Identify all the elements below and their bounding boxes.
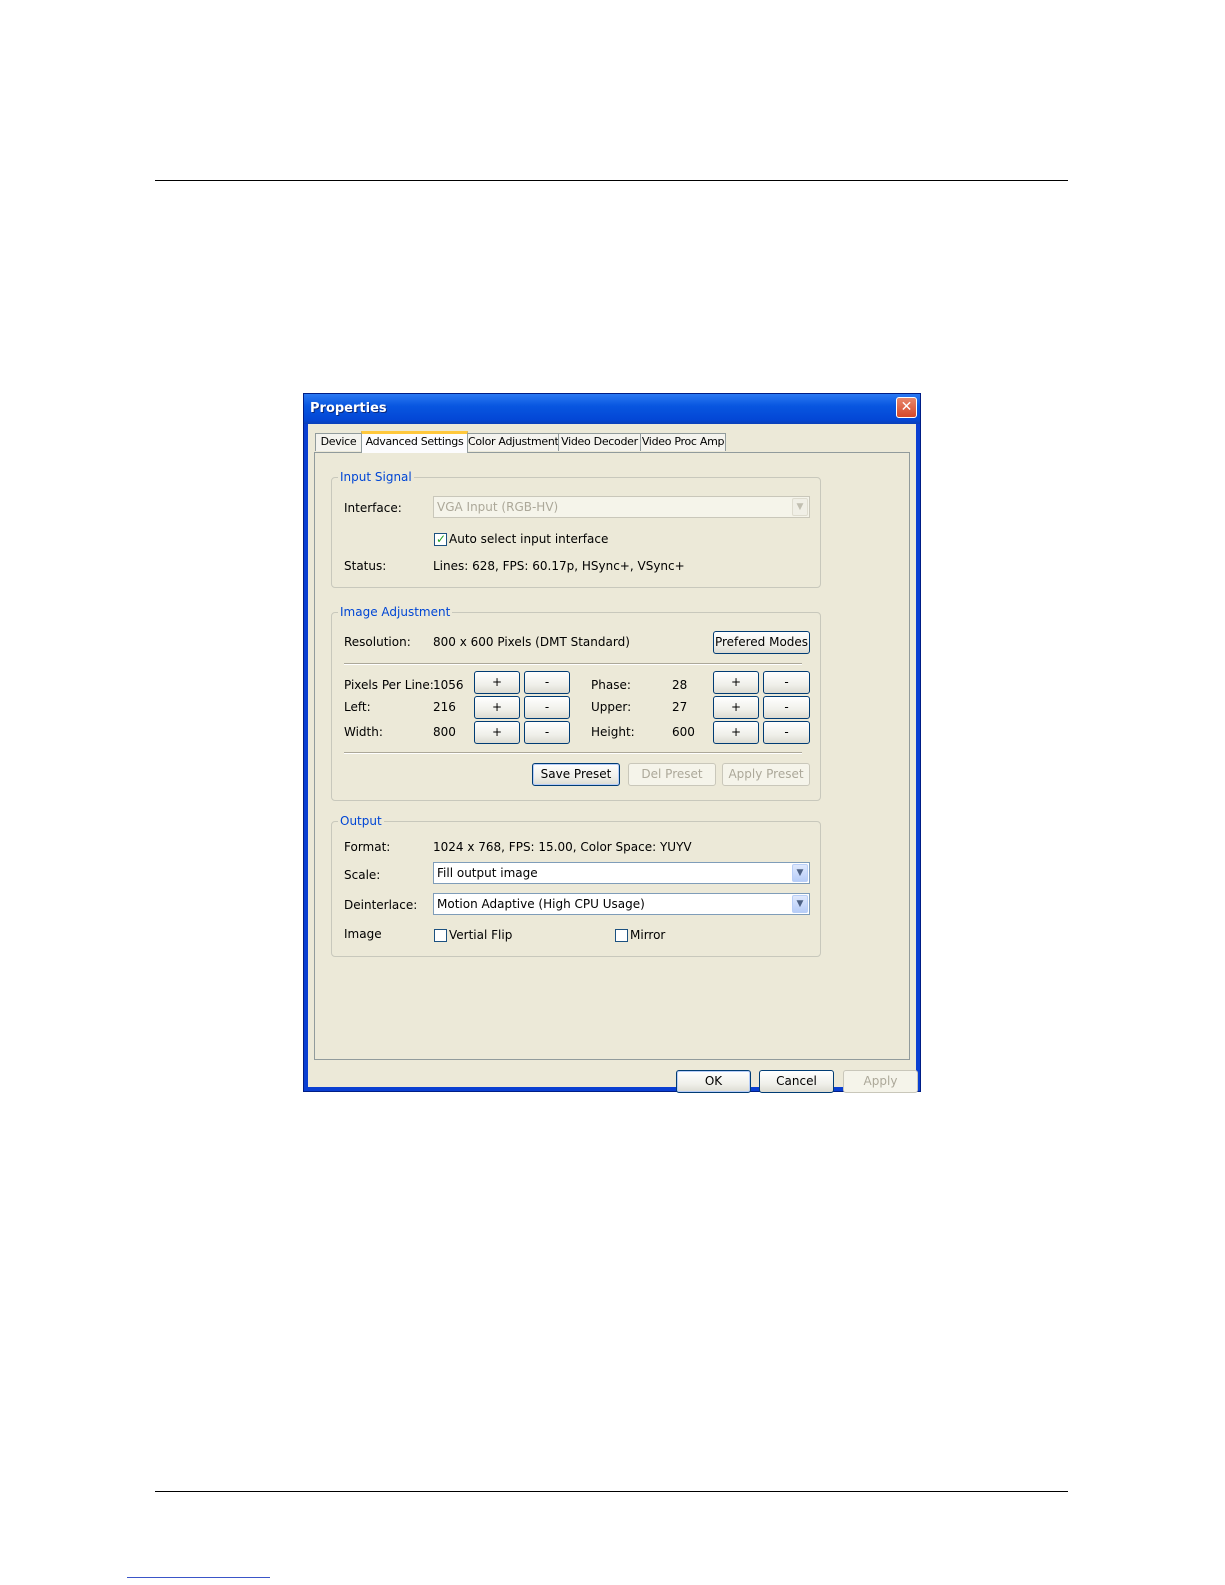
vertical-flip-checkbox[interactable]: [434, 929, 447, 942]
prefered-modes-button[interactable]: Prefered Modes: [713, 631, 810, 654]
width-value: 800: [433, 725, 456, 739]
deinterlace-select-value: Motion Adaptive (High CPU Usage): [437, 897, 645, 911]
chevron-down-icon: ▼: [792, 864, 808, 882]
cancel-button[interactable]: Cancel: [759, 1070, 834, 1093]
height-minus-button[interactable]: -: [763, 721, 810, 744]
auto-select-checkbox[interactable]: ✓: [434, 532, 447, 546]
dialog-title: Properties: [310, 401, 387, 416]
image-label: Image: [344, 927, 382, 941]
left-value: 216: [433, 700, 456, 714]
apply-preset-button[interactable]: Apply Preset: [722, 763, 810, 786]
vertical-flip-label[interactable]: Vertial Flip: [449, 927, 512, 943]
auto-select-label[interactable]: Auto select input interface: [449, 531, 608, 547]
phase-value: 28: [672, 678, 688, 692]
height-plus-button[interactable]: +: [713, 721, 759, 744]
apply-button[interactable]: Apply: [843, 1070, 918, 1093]
save-preset-button[interactable]: Save Preset: [532, 763, 620, 786]
ok-button[interactable]: OK: [676, 1070, 751, 1093]
divider: [344, 663, 802, 665]
mirror-label[interactable]: Mirror: [630, 927, 665, 943]
input-signal-legend: Input Signal: [338, 469, 414, 485]
output-group: Output Format: 1024 x 768, FPS: 15.00, C…: [331, 813, 821, 957]
upper-minus-button[interactable]: -: [763, 696, 810, 719]
input-signal-group: Input Signal Interface: VGA Input (RGB-H…: [331, 469, 821, 588]
resolution-value: 800 x 600 Pixels (DMT Standard): [433, 635, 630, 649]
scale-select[interactable]: Fill output image ▼: [433, 862, 810, 884]
mirror-checkbox[interactable]: [615, 929, 628, 942]
properties-dialog: Properties ✕ Device Advanced Settings Co…: [303, 393, 921, 1093]
interface-select[interactable]: VGA Input (RGB-HV) ▼: [433, 496, 810, 518]
upper-value: 27: [672, 700, 688, 714]
advanced-settings-panel: Input Signal Interface: VGA Input (RGB-H…: [314, 452, 910, 1060]
interface-select-value: VGA Input (RGB-HV): [437, 500, 559, 514]
deinterlace-select[interactable]: Motion Adaptive (High CPU Usage) ▼: [433, 893, 810, 915]
tab-device[interactable]: Device: [315, 433, 362, 451]
tab-advanced-settings[interactable]: Advanced Settings: [361, 431, 468, 453]
phase-minus-button[interactable]: -: [763, 671, 810, 694]
page-top-rule: [155, 180, 1068, 181]
tab-video-proc-amp[interactable]: Video Proc Amp: [640, 433, 726, 451]
width-label: Width:: [344, 725, 383, 739]
close-icon[interactable]: ✕: [896, 397, 917, 418]
pixels-per-line-label: Pixels Per Line:: [344, 678, 434, 692]
status-label: Status:: [344, 559, 387, 573]
scale-select-value: Fill output image: [437, 866, 538, 880]
image-adjustment-group: Image Adjustment Resolution: 800 x 600 P…: [331, 604, 821, 801]
chevron-down-icon: ▼: [792, 895, 808, 913]
deinterlace-label: Deinterlace:: [344, 898, 418, 912]
status-value: Lines: 628, FPS: 60.17p, HSync+, VSync+: [433, 559, 685, 573]
page-bottom-rule: [155, 1491, 1068, 1492]
format-label: Format:: [344, 840, 391, 854]
title-bar[interactable]: Properties ✕: [304, 394, 920, 424]
interface-label: Interface:: [344, 501, 402, 515]
left-plus-button[interactable]: +: [474, 696, 520, 719]
divider: [344, 752, 802, 754]
resolution-label: Resolution:: [344, 635, 411, 649]
left-minus-button[interactable]: -: [524, 696, 570, 719]
upper-label: Upper:: [591, 700, 632, 714]
chevron-down-icon: ▼: [792, 498, 808, 516]
del-preset-button[interactable]: Del Preset: [628, 763, 716, 786]
dialog-client-area: Device Advanced Settings Color Adjustmen…: [308, 424, 918, 1093]
pixels-per-line-value: 1056: [433, 678, 464, 692]
width-minus-button[interactable]: -: [524, 721, 570, 744]
pixels-per-line-minus-button[interactable]: -: [524, 671, 570, 694]
height-label: Height:: [591, 725, 635, 739]
tab-video-decoder[interactable]: Video Decoder: [558, 433, 641, 451]
format-value: 1024 x 768, FPS: 15.00, Color Space: YUY…: [433, 840, 692, 854]
upper-plus-button[interactable]: +: [713, 696, 759, 719]
left-label: Left:: [344, 700, 371, 714]
scale-label: Scale:: [344, 868, 381, 882]
pixels-per-line-plus-button[interactable]: +: [474, 671, 520, 694]
tab-color-adjustment[interactable]: Color Adjustment: [467, 433, 559, 451]
output-legend: Output: [338, 813, 384, 829]
height-value: 600: [672, 725, 695, 739]
phase-label: Phase:: [591, 678, 631, 692]
phase-plus-button[interactable]: +: [713, 671, 759, 694]
image-adjustment-legend: Image Adjustment: [338, 604, 453, 620]
checkmark-icon: ✓: [436, 532, 447, 546]
footer-link-underline: [127, 1577, 270, 1578]
width-plus-button[interactable]: +: [474, 721, 520, 744]
